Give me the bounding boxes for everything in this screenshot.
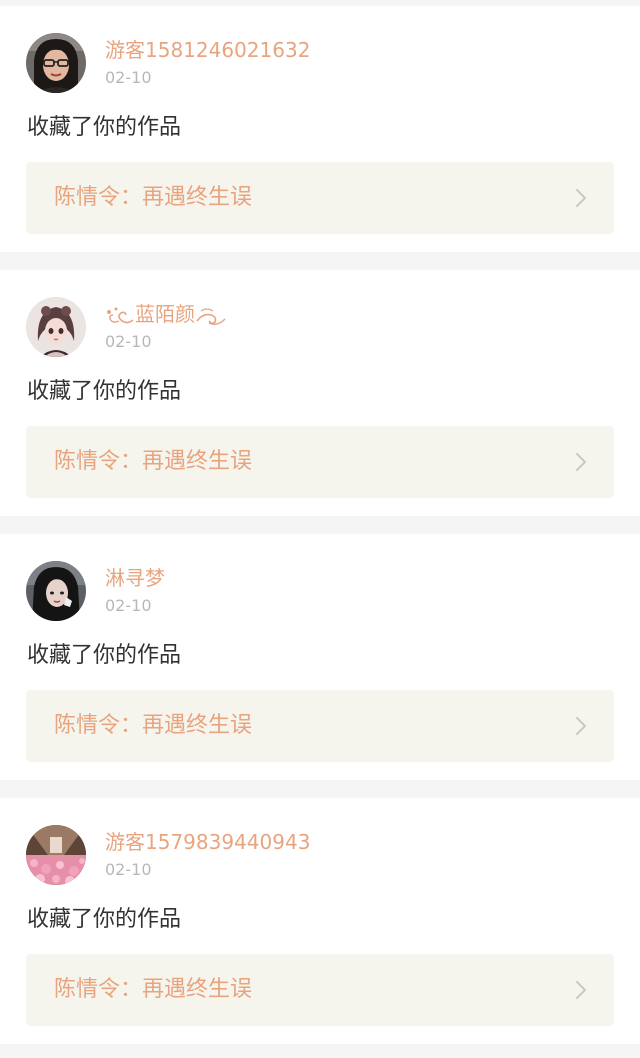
notification-card: 蓝陌颜 02-10 收藏了你的作品 陈情令：再遇终生误 [0, 270, 640, 516]
work-title: 陈情令：再遇终生误 [54, 713, 253, 738]
work-title: 陈情令：再遇终生误 [54, 185, 253, 210]
ornament-left-icon [105, 305, 135, 327]
avatar[interactable] [26, 825, 86, 885]
action-text: 收藏了你的作品 [27, 115, 182, 140]
work-title: 陈情令：再遇终生误 [54, 449, 253, 474]
avatar-flower-field-icon [26, 825, 86, 885]
chevron-right-icon [574, 980, 588, 1000]
avatar-anime-girl-icon [26, 297, 86, 357]
work-link[interactable]: 陈情令：再遇终生误 [26, 690, 614, 762]
notification-feed: 游客1581246021632 02-10 收藏了你的作品 陈情令：再遇终生误 [0, 0, 640, 1058]
username[interactable]: 蓝陌颜 [105, 301, 227, 327]
notification-card: 淋寻梦 02-10 收藏了你的作品 陈情令：再遇终生误 [0, 534, 640, 780]
chevron-right-icon [574, 188, 588, 208]
avatar[interactable] [26, 33, 86, 93]
timestamp: 02-10 [105, 332, 152, 351]
timestamp: 02-10 [105, 860, 152, 879]
work-title: 陈情令：再遇终生误 [54, 977, 253, 1002]
username[interactable]: 淋寻梦 [105, 565, 165, 591]
action-text: 收藏了你的作品 [27, 379, 182, 404]
notification-card: 游客1579839440943 02-10 收藏了你的作品 陈情令：再遇终生误 [0, 798, 640, 1044]
action-text: 收藏了你的作品 [27, 907, 182, 932]
work-link[interactable]: 陈情令：再遇终生误 [26, 426, 614, 498]
username[interactable]: 游客1581246021632 [105, 37, 310, 63]
avatar[interactable] [26, 561, 86, 621]
ornament-right-icon [195, 305, 227, 327]
chevron-right-icon [574, 716, 588, 736]
work-link[interactable]: 陈情令：再遇终生误 [26, 954, 614, 1026]
work-link[interactable]: 陈情令：再遇终生误 [26, 162, 614, 234]
timestamp: 02-10 [105, 596, 152, 615]
action-text: 收藏了你的作品 [27, 643, 182, 668]
username-text: 蓝陌颜 [135, 302, 195, 326]
chevron-right-icon [574, 452, 588, 472]
timestamp: 02-10 [105, 68, 152, 87]
avatar-dark-hair-girl-icon [26, 561, 86, 621]
notification-card: 游客1581246021632 02-10 收藏了你的作品 陈情令：再遇终生误 [0, 6, 640, 252]
avatar[interactable] [26, 297, 86, 357]
avatar-woman-glasses-icon [26, 33, 86, 93]
username[interactable]: 游客1579839440943 [105, 829, 310, 855]
